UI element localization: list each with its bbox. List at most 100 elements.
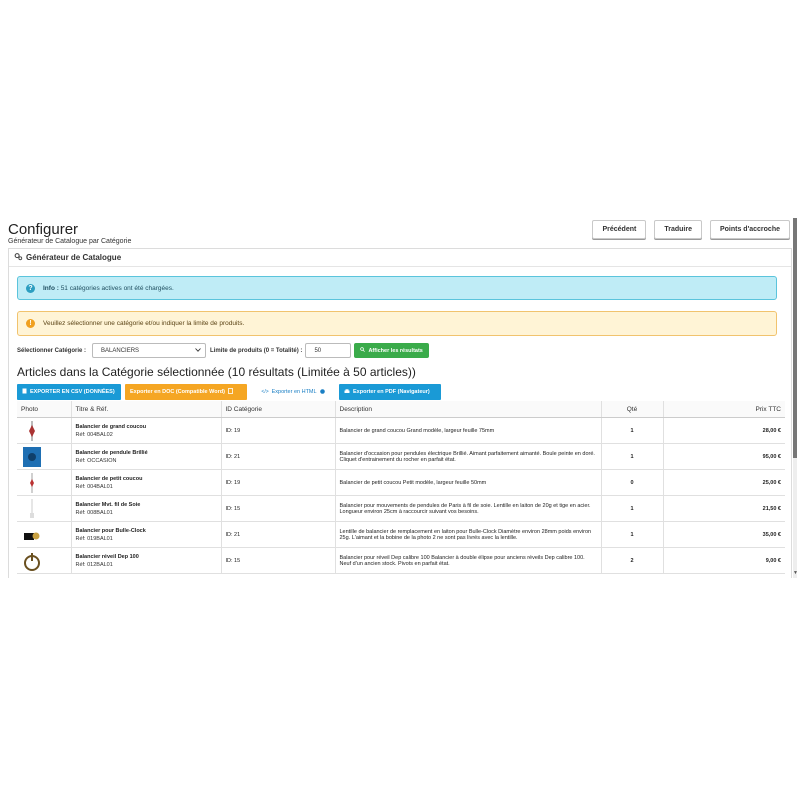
pendulum-alarm-image [24, 552, 40, 571]
product-category: ID: 15 [220, 547, 335, 574]
page-title: Configurer [8, 221, 79, 238]
product-category: ID: 19 [220, 469, 335, 496]
question-icon: ? [26, 283, 35, 293]
header-buttons: Précédent Traduire Points d'accroche [592, 220, 790, 239]
product-name: Balancier de grand coucou [75, 423, 147, 430]
filters-row: Sélectionner Catégorie : BALANCIERS Limi… [17, 343, 429, 358]
product-description: Balancier de petit coucou Petit modèle, … [334, 469, 601, 496]
section-title: Articles dans la Catégorie sélectionnée … [17, 365, 416, 379]
header-qty: Qté [600, 401, 663, 418]
export-buttons: EXPORTER EN CSV (DONNÉES) Exporter en DO… [17, 384, 441, 400]
product-photo [17, 417, 71, 444]
product-name: Balancier Mvt. fil de Soie [75, 501, 141, 508]
export-doc-label: Exporter en DOC (Compatible Word) [130, 389, 225, 395]
table-row[interactable]: Balancier de grand coucou Réf: 004BAL02 I… [17, 417, 785, 444]
product-price: 35,00 € [662, 521, 785, 548]
warning-text: Veuillez sélectionner une catégorie et/o… [43, 320, 245, 327]
product-qty: 1 [600, 521, 663, 548]
header-price: Prix TTC [662, 401, 785, 418]
product-photo [17, 547, 71, 574]
limit-input[interactable]: 50 [305, 343, 352, 358]
info-label: Info : [43, 284, 59, 292]
product-ref: Réf: 019BAL01 [75, 535, 113, 542]
product-ref: Réf: 008BAL01 [75, 509, 113, 516]
category-value: BALANCIERS [101, 347, 140, 354]
product-description: Balancier pour mouvements de pendules de… [334, 495, 601, 522]
category-label: Sélectionner Catégorie : [17, 347, 87, 354]
export-csv-label: EXPORTER EN CSV (DONNÉES) [30, 389, 115, 395]
product-price: 95,00 € [662, 443, 785, 470]
product-category: ID: 21 [220, 443, 335, 470]
product-description: Balancier de grand coucou Grand modèle, … [334, 417, 601, 444]
export-pdf-label: Exporter en PDF (Navigateur) [353, 389, 430, 395]
exclamation-icon: ! [26, 319, 35, 328]
product-description: Balancier pour réveil Dep calibre 100 Ba… [334, 547, 601, 574]
scroll-down-arrow-icon[interactable]: ▼ [793, 570, 798, 576]
export-html-button[interactable]: </> Exporter en HTML [251, 384, 335, 400]
header-category: ID Catégorie [220, 401, 335, 418]
pendulum-small-image [30, 472, 34, 493]
product-qty: 1 [600, 417, 663, 444]
printer-icon [344, 388, 350, 396]
table-row[interactable]: Balancier de pendule Brillié Réf: OCCASIO… [17, 443, 785, 470]
gears-icon [14, 252, 23, 263]
product-qty: 0 [600, 469, 663, 496]
export-doc-button[interactable]: Exporter en DOC (Compatible Word) [125, 384, 247, 400]
product-name: Balancier réveil Dep 100 [75, 553, 139, 560]
code-icon: </> [261, 389, 269, 395]
limit-label: Limite de produits (0 = Totalité) : [210, 347, 303, 354]
product-qty: 1 [600, 495, 663, 522]
product-ref: Réf: 004BAL02 [75, 431, 113, 438]
translate-button[interactable]: Traduire [654, 220, 702, 239]
product-ref: Réf: 004BAL01 [75, 483, 113, 490]
product-price: 9,00 € [662, 547, 785, 574]
product-category: ID: 15 [220, 495, 335, 522]
product-photo [17, 443, 71, 470]
panel-title: Générateur de Catalogue [26, 253, 122, 262]
header-title: Titre & Réf. [70, 401, 221, 418]
table-row[interactable]: Balancier réveil Dep 100 Réf: 012BAL01 ID… [17, 547, 785, 574]
pendulum-silk-image [30, 498, 34, 518]
header-description: Description [334, 401, 601, 418]
app-window: Configurer Générateur de Catalogue par C… [0, 218, 800, 578]
export-pdf-button[interactable]: Exporter en PDF (Navigateur) [339, 384, 441, 400]
product-qty: 1 [600, 443, 663, 470]
product-ref: Réf: 012BAL01 [75, 561, 113, 568]
table-row[interactable]: Balancier Mvt. fil de Soie Réf: 008BAL01 … [17, 495, 785, 522]
scrollbar-thumb[interactable] [793, 218, 797, 458]
pendulum-bulle-image [24, 532, 40, 540]
product-price: 21,50 € [662, 495, 785, 522]
product-name: Balancier de pendule Brillié [75, 449, 148, 456]
export-html-label: Exporter en HTML [271, 389, 317, 395]
product-price: 28,00 € [662, 417, 785, 444]
show-results-label: Afficher les résultats [368, 347, 423, 354]
csv-icon [22, 388, 27, 396]
chevron-down-icon [195, 347, 201, 354]
category-select[interactable]: BALANCIERS [92, 343, 207, 358]
show-results-button[interactable]: Afficher les résultats [354, 343, 429, 358]
search-icon [360, 347, 366, 354]
product-photo [17, 495, 71, 522]
info-text: 51 catégories actives ont été chargées. [58, 284, 174, 292]
export-csv-button[interactable]: EXPORTER EN CSV (DONNÉES) [17, 384, 121, 400]
table-row[interactable]: Balancier de petit coucou Réf: 004BAL01 I… [17, 469, 785, 496]
product-price: 25,00 € [662, 469, 785, 496]
previous-button[interactable]: Précédent [592, 220, 647, 239]
product-category: ID: 19 [220, 417, 335, 444]
pendulum-leaf-image [29, 420, 35, 441]
hooks-button[interactable]: Points d'accroche [709, 220, 790, 239]
product-qty: 2 [600, 547, 663, 574]
product-description: Balancier d'occasion pour pendules élect… [334, 443, 601, 470]
info-alert: ? Info : 51 catégories actives ont été c… [17, 276, 777, 300]
document-icon [228, 388, 233, 396]
info-circle-icon [319, 388, 325, 396]
header-photo: Photo [17, 401, 71, 418]
panel-header: Générateur de Catalogue [9, 249, 791, 267]
table-row[interactable]: Balancier pour Bulle-Clock Réf: 019BAL01 … [17, 521, 785, 548]
table-header-row: Photo Titre & Réf. ID Catégorie Descript… [17, 401, 785, 418]
products-table: Photo Titre & Réf. ID Catégorie Descript… [17, 401, 785, 574]
catalog-panel: Générateur de Catalogue ? Info : 51 caté… [8, 248, 792, 578]
product-name: Balancier de petit coucou [75, 475, 143, 482]
product-description: Lentille de balancier de remplacement en… [334, 521, 601, 548]
product-name: Balancier pour Bulle-Clock [75, 527, 146, 534]
